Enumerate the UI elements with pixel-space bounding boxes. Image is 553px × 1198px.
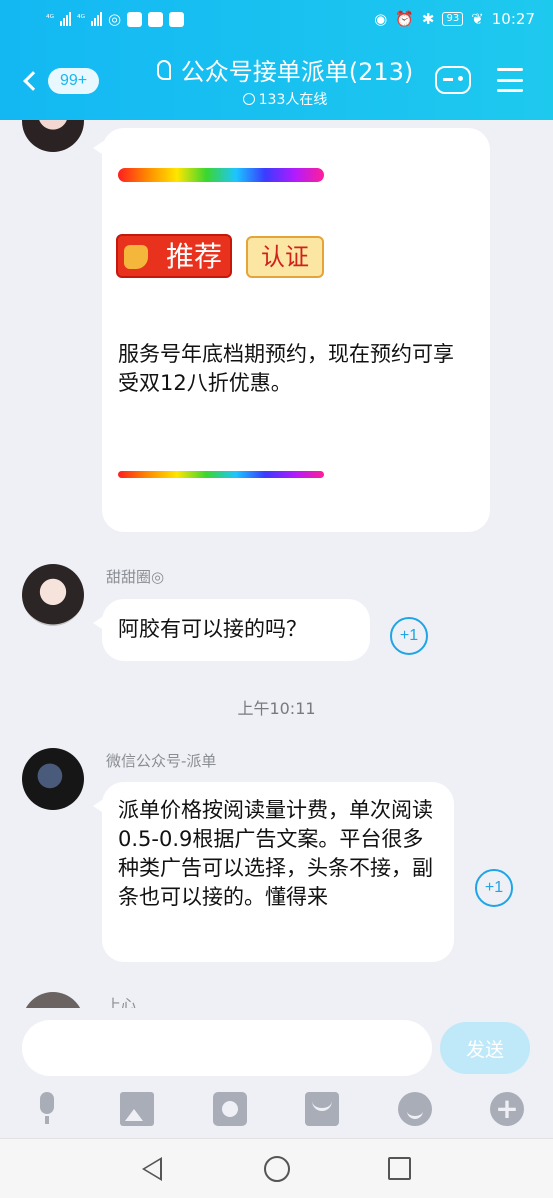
camera-icon[interactable]	[213, 1092, 247, 1126]
network-label-2: ⁴ᴳ	[77, 14, 85, 24]
clock: 10:27	[491, 10, 535, 28]
signal-icon-2	[91, 12, 102, 26]
plus-icon[interactable]: +	[490, 1092, 524, 1126]
chevron-left-icon	[23, 71, 43, 91]
status-bar: ⁴ᴳ ⁴ᴳ ◎ ◉ ⏰ ✱ 93 ❦ 10:27	[0, 8, 553, 36]
alarm-icon: ⏰	[395, 10, 414, 28]
leaf-icon: ❦	[471, 10, 484, 28]
message-list[interactable]: 推荐 认证 服务号年底档期预约，现在预约可享受双12八折优惠。 甜甜圈◎ 阿胶有…	[0, 120, 553, 1010]
emoji-icon[interactable]	[398, 1092, 432, 1126]
message-bubble[interactable]: 推荐 认证 服务号年底档期预约，现在预约可享受双12八折优惠。	[93, 128, 490, 532]
avatar[interactable]	[22, 748, 84, 810]
chat-title-area[interactable]: 公众号接单派单(213) 133人在线	[140, 52, 430, 109]
timestamp: 上午10:11	[237, 699, 316, 718]
plus-one-button[interactable]: +1	[390, 617, 428, 655]
microphone-icon[interactable]	[30, 1092, 64, 1126]
nav-recent-icon[interactable]	[388, 1157, 411, 1180]
online-icon	[242, 93, 255, 105]
online-count: 133人在线	[258, 92, 328, 108]
video-app-icon	[148, 11, 164, 27]
message-input[interactable]	[22, 1020, 432, 1076]
eye-icon: ◉	[374, 10, 388, 28]
message-text: 阿胶有可以接的吗？	[118, 617, 307, 641]
nav-home-icon[interactable]	[264, 1156, 290, 1182]
send-button[interactable]: 发送	[440, 1022, 530, 1074]
unread-badge: 99+	[48, 68, 100, 94]
rainbow-divider	[118, 168, 324, 182]
sender-name: 微信公众号-派单	[106, 752, 217, 770]
message-bubble[interactable]: 阿胶有可以接的吗？	[93, 599, 370, 661]
app-notification-icon	[127, 11, 143, 27]
back-button[interactable]: 99+	[20, 64, 110, 98]
menu-icon[interactable]	[497, 68, 523, 92]
image-icon[interactable]	[120, 1092, 154, 1126]
input-bar: 发送 +	[0, 1008, 553, 1138]
signal-icon	[60, 12, 71, 26]
status-right: ◉ ⏰ ✱ 93 ❦ 10:27	[374, 10, 535, 28]
battery-indicator: 93	[442, 12, 464, 26]
message-text: 派单价格按阅读量计费，单次阅读0.5-0.9根据广告文案。平台很多种类广告可以选…	[118, 798, 433, 909]
red-packet-icon[interactable]	[305, 1092, 339, 1126]
photo-app-icon	[169, 11, 185, 27]
network-label-1: ⁴ᴳ	[46, 14, 54, 24]
plus-one-button[interactable]: +1	[475, 869, 513, 907]
status-left: ⁴ᴳ ⁴ᴳ ◎	[46, 10, 185, 28]
system-nav-bar	[0, 1138, 553, 1198]
bluetooth-icon: ✱	[421, 10, 435, 28]
recommend-tag: 推荐	[116, 234, 232, 278]
chat-title: 公众号接单派单(213)	[180, 58, 414, 86]
gamepad-icon[interactable]	[435, 66, 471, 94]
avatar[interactable]	[22, 564, 84, 626]
message-bubble[interactable]: 派单价格按阅读量计费，单次阅读0.5-0.9根据广告文案。平台很多种类广告可以选…	[93, 782, 454, 962]
sender-name: 甜甜圈◎	[106, 568, 165, 586]
certified-tag: 认证	[246, 236, 324, 278]
rainbow-divider	[118, 471, 324, 478]
avatar[interactable]	[22, 120, 84, 152]
message-text: 服务号年底档期预约，现在预约可享受双12八折优惠。	[118, 342, 454, 395]
ear-icon	[156, 59, 171, 80]
title-bar: 99+ 公众号接单派单(213) 133人在线	[0, 46, 553, 116]
nav-back-icon[interactable]	[142, 1157, 162, 1181]
app-header: ⁴ᴳ ⁴ᴳ ◎ ◉ ⏰ ✱ 93 ❦ 10:27 99+ 公众号接单派单(213…	[0, 0, 553, 120]
wifi-icon: ◎	[108, 10, 122, 28]
thumbs-up-icon	[124, 245, 148, 269]
toolbar: +	[0, 1084, 553, 1134]
